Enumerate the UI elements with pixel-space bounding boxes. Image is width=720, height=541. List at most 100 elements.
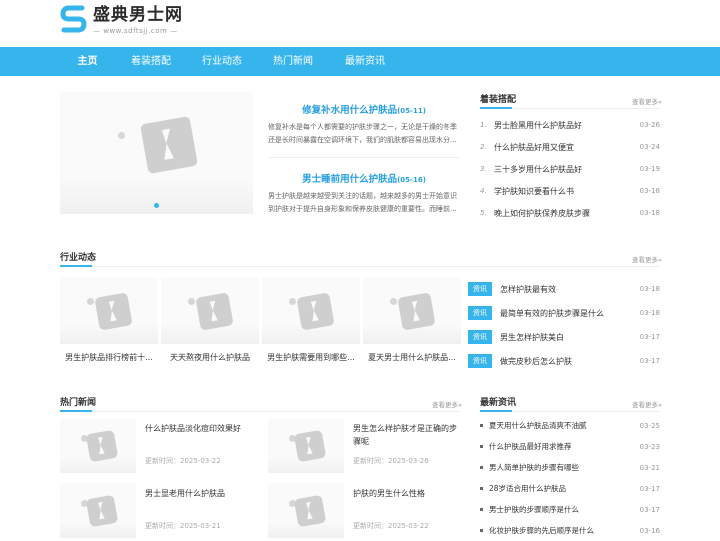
item-date: 03-24 bbox=[639, 143, 660, 151]
nav-hot-news[interactable]: 热门新闻 bbox=[257, 47, 329, 76]
logo-s-icon bbox=[60, 5, 87, 33]
item-date: 03-18 bbox=[639, 209, 660, 217]
item-title: 什么护肤品最好用求推荐 bbox=[489, 442, 572, 451]
section-underline bbox=[480, 410, 512, 412]
item-date: 03-17 bbox=[639, 484, 660, 493]
item-date: 03-18 bbox=[639, 285, 660, 293]
gallery-image[interactable] bbox=[363, 278, 461, 344]
news-time: 更新时间：2025-03-22 bbox=[145, 457, 221, 465]
bullet-icon bbox=[480, 487, 483, 490]
section-title-latest: 最新资讯 bbox=[480, 398, 517, 408]
item-title: 男人简单护肤的步骤有哪些 bbox=[489, 463, 579, 472]
section-title-dress: 着装搭配 bbox=[480, 95, 517, 105]
more-link-industry[interactable]: 查看更多» bbox=[632, 254, 662, 264]
gallery-image[interactable] bbox=[60, 278, 158, 344]
item-date: 03-23 bbox=[639, 442, 660, 451]
item-title: 化妆护肤步骤的先后顺序是什么 bbox=[489, 526, 594, 535]
gallery-image[interactable] bbox=[262, 278, 360, 344]
list-item[interactable]: 资讯 做完皮秒后怎么护肤 03-17 bbox=[468, 349, 660, 373]
item-date: 03-18 bbox=[639, 187, 660, 195]
list-item[interactable]: 28岁适合用什么护肤品 03-17 bbox=[480, 478, 660, 499]
item-title: 三十多岁用什么护肤品好 bbox=[494, 164, 582, 174]
news-thumbnail[interactable] bbox=[268, 483, 344, 538]
list-item[interactable]: 资讯 怎样护肤最有效 03-18 bbox=[468, 277, 660, 301]
lead-summary-1: 修复补水是每个人都需要的护肤步骤之一，无论是干燥的冬季还是长时间暴露在空调环境下… bbox=[268, 123, 457, 144]
more-link-latest[interactable]: 查看更多» bbox=[632, 399, 662, 409]
item-date: 03-17 bbox=[639, 333, 660, 341]
news-title[interactable]: 护肤的男生什么性格 bbox=[353, 487, 463, 500]
bullet-icon bbox=[480, 424, 483, 427]
list-item[interactable]: 夏天用什么护肤品清爽不油腻 03-25 bbox=[480, 415, 660, 436]
rank-number: 2. bbox=[480, 143, 487, 151]
main-nav: 主页 着装搭配 行业动态 热门新闻 最新资讯 bbox=[0, 47, 720, 76]
more-link-hot[interactable]: 查看更多» bbox=[432, 399, 462, 409]
news-thumbnail[interactable] bbox=[60, 418, 136, 473]
gallery-caption[interactable]: 天天熬夜用什么护肤品 bbox=[161, 352, 259, 363]
list-item[interactable]: 3. 三十多岁用什么护肤品好 03-19 bbox=[480, 158, 660, 180]
bullet-icon bbox=[480, 445, 483, 448]
site-logo[interactable]: 盛典男士网 — www.sdftsjj.com — bbox=[60, 5, 183, 35]
lead-headline-2[interactable]: 男士睡前用什么护肤品(05-16) bbox=[268, 171, 460, 185]
item-title: 男生怎样护肤美白 bbox=[500, 332, 564, 342]
item-date: 03-17 bbox=[639, 505, 660, 514]
site-name: 盛典男士网 bbox=[93, 5, 183, 25]
news-title[interactable]: 男生怎么样护肤才是正确的步骤呢 bbox=[353, 422, 463, 448]
slider-image[interactable] bbox=[60, 92, 253, 214]
news-title[interactable]: 男士显老用什么护肤品 bbox=[145, 487, 255, 500]
divider bbox=[60, 266, 660, 267]
item-title: 晚上如何护肤保养皮肤步骤 bbox=[494, 208, 590, 218]
slider-dot[interactable] bbox=[154, 203, 159, 208]
item-title: 什么护肤品好用又便宜 bbox=[494, 142, 574, 152]
item-title: 最简单有效的护肤步骤是什么 bbox=[500, 308, 604, 318]
category-badge: 资讯 bbox=[468, 330, 492, 344]
bullet-icon bbox=[480, 466, 483, 469]
rank-number: 1. bbox=[480, 121, 487, 129]
item-date: 03-16 bbox=[639, 526, 660, 535]
news-title[interactable]: 什么护肤品淡化痘印效果好 bbox=[145, 422, 255, 435]
nav-latest[interactable]: 最新资讯 bbox=[329, 47, 401, 76]
list-item[interactable]: 化妆护肤步骤的先后顺序是什么 03-16 bbox=[480, 520, 660, 541]
news-thumbnail[interactable] bbox=[268, 418, 344, 473]
section-underline bbox=[60, 410, 92, 412]
item-title: 男士护肤的步骤顺序是什么 bbox=[489, 505, 579, 514]
category-badge: 资讯 bbox=[468, 282, 492, 296]
list-item[interactable]: 5. 晚上如何护肤保养皮肤步骤 03-18 bbox=[480, 202, 660, 224]
news-time: 更新时间：2025-03-22 bbox=[353, 522, 429, 530]
category-badge: 资讯 bbox=[468, 306, 492, 320]
section-title-hot: 热门新闻 bbox=[60, 398, 97, 408]
header: 盛典男士网 — www.sdftsjj.com — bbox=[0, 0, 720, 47]
list-item[interactable]: 什么护肤品最好用求推荐 03-23 bbox=[480, 436, 660, 457]
nav-dress[interactable]: 着装搭配 bbox=[115, 47, 187, 76]
nav-industry[interactable]: 行业动态 bbox=[187, 47, 257, 76]
rank-number: 5. bbox=[480, 209, 487, 217]
gallery-caption[interactable]: 夏天男士用什么护肤品... bbox=[363, 352, 461, 363]
list-item[interactable]: 1. 男士脸黑用什么护肤品好 03-26 bbox=[480, 114, 660, 136]
item-date: 03-17 bbox=[639, 357, 660, 365]
list-item[interactable]: 4. 学护肤知识要看什么书 03-18 bbox=[480, 180, 660, 202]
list-item[interactable]: 资讯 男生怎样护肤美白 03-17 bbox=[468, 325, 660, 349]
gallery-caption[interactable]: 男生护肤品排行榜前十... bbox=[60, 352, 158, 363]
news-time: 更新时间：2025-03-21 bbox=[145, 522, 221, 530]
lead-summary-2: 男士护肤是越来越受到关注的话题，越来越多的男士开始意识到护肤对于提升自身形象和保… bbox=[268, 192, 457, 213]
item-date: 03-19 bbox=[639, 165, 660, 173]
lead-headline-1[interactable]: 修复补水用什么护肤品(05-11) bbox=[268, 102, 460, 116]
section-underline bbox=[60, 265, 92, 267]
item-title: 夏天用什么护肤品清爽不油腻 bbox=[489, 421, 587, 430]
list-item[interactable]: 资讯 最简单有效的护肤步骤是什么 03-18 bbox=[468, 301, 660, 325]
nav-home[interactable]: 主页 bbox=[60, 47, 115, 76]
item-title: 做完皮秒后怎么护肤 bbox=[500, 356, 572, 366]
rank-number: 3. bbox=[480, 165, 487, 173]
gallery-image[interactable] bbox=[161, 278, 259, 344]
item-title: 28岁适合用什么护肤品 bbox=[489, 484, 567, 493]
list-item[interactable]: 2. 什么护肤品好用又便宜 03-24 bbox=[480, 136, 660, 158]
list-item[interactable]: 男士护肤的步骤顺序是什么 03-17 bbox=[480, 499, 660, 520]
bullet-icon bbox=[480, 529, 483, 532]
more-link-dress[interactable]: 查看更多» bbox=[632, 96, 662, 106]
site-url: — www.sdftsjj.com — bbox=[93, 27, 178, 35]
gallery-caption[interactable]: 男生护肤需要用到哪些... bbox=[262, 352, 360, 363]
category-badge: 资讯 bbox=[468, 354, 492, 368]
list-item[interactable]: 男人简单护肤的步骤有哪些 03-21 bbox=[480, 457, 660, 478]
news-thumbnail[interactable] bbox=[60, 483, 136, 538]
item-title: 男士脸黑用什么护肤品好 bbox=[494, 120, 582, 130]
news-time: 更新时间：2025-03-26 bbox=[353, 457, 429, 465]
